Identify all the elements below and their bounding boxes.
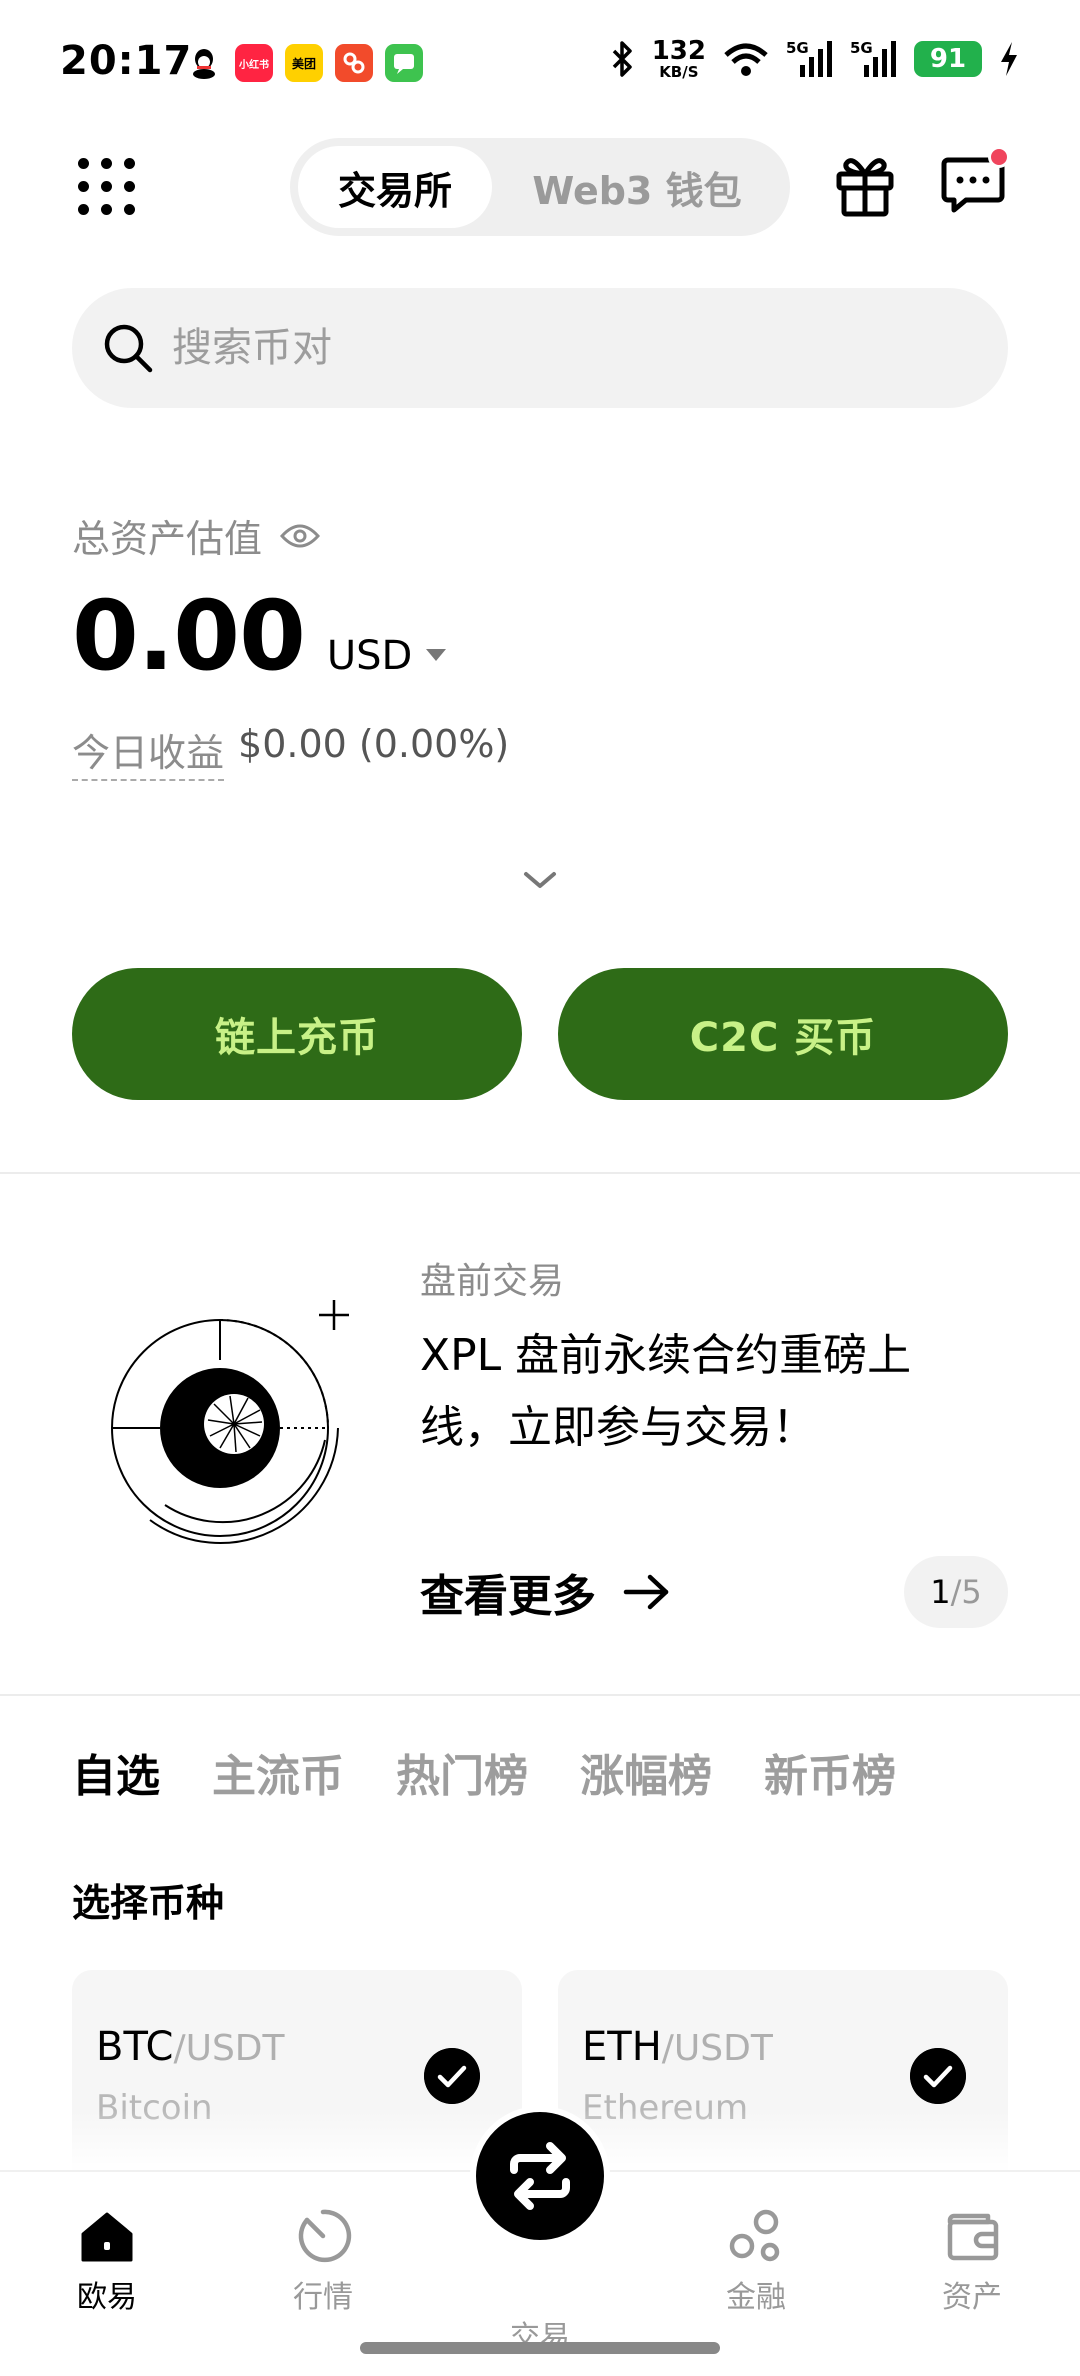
nav-label: 欧易 [77, 2280, 137, 2315]
banner-illustration [111, 1300, 349, 1544]
total-assets-value-row: 0.00 USD [72, 580, 447, 692]
top-header: 交易所 Web3 钱包 [0, 130, 1080, 260]
net-speed-value: 132 [651, 36, 706, 66]
coin-quote: /USDT [173, 2028, 285, 2069]
banner-pager: 1/5 [904, 1556, 1008, 1628]
message-icon[interactable] [940, 146, 1010, 218]
notification-dot [988, 146, 1010, 168]
battery-indicator: 91 [914, 41, 982, 77]
signal-1-icon: 5G [786, 39, 834, 79]
search-input[interactable] [172, 288, 952, 408]
today-pnl-value: $0.00 (0.00%) [238, 722, 510, 766]
arrow-right-icon [623, 1574, 669, 1610]
check-icon[interactable] [424, 2048, 480, 2104]
swap-icon [510, 2142, 570, 2210]
total-assets-value: 0.00 [72, 580, 306, 692]
check-icon[interactable] [910, 2048, 966, 2104]
meituan-icon: 美团 [285, 44, 323, 82]
c2c-buy-button[interactable]: C2C 买币 [558, 968, 1008, 1100]
divider [0, 1694, 1080, 1696]
wallet-icon [947, 2213, 999, 2261]
chevron-down-icon[interactable] [520, 868, 560, 892]
nav-label: 资产 [942, 2280, 1002, 2315]
coin-quote: /USDT [661, 2028, 773, 2069]
markets-gauge-icon [298, 2209, 352, 2263]
currency-selector[interactable]: USD [327, 633, 412, 679]
nav-label: 行情 [293, 2280, 353, 2315]
home-indicator[interactable] [360, 2342, 720, 2354]
banner-tag: 盘前交易 [420, 1261, 565, 1302]
tab-mainstream[interactable]: 主流币 [212, 1740, 344, 1804]
banner-title: XPL 盘前永续合约重磅上线，立即参与交易！ [420, 1330, 912, 1453]
select-coins-title: 选择币种 [72, 1881, 225, 1925]
nav-label: 金融 [726, 2280, 786, 2315]
status-bar: 20:17 小红书 美团 132 KB/S 5G 5G 91 [0, 0, 1080, 130]
pinduoduo-icon [335, 44, 373, 82]
coin-base: ETH [582, 2024, 662, 2070]
eye-icon[interactable] [280, 522, 321, 550]
xiaohongshu-icon-text: 小红书 [239, 59, 269, 71]
onchain-deposit-button[interactable]: 链上充币 [72, 968, 522, 1100]
coin-base: BTC [96, 2024, 174, 2070]
tab-exchange[interactable]: 交易所 [298, 146, 492, 228]
meituan-icon-text: 美团 [291, 56, 316, 71]
search-icon [104, 324, 153, 373]
tab-gainers[interactable]: 涨幅榜 [580, 1740, 712, 1804]
trade-swap-button[interactable] [470, 2106, 610, 2246]
bluetooth-icon [612, 41, 632, 77]
app-menu-grid-icon[interactable] [78, 158, 136, 216]
qq-icon [185, 44, 223, 82]
nav-assets[interactable]: 资产 [892, 2206, 1052, 2316]
pager-total: /5 [950, 1573, 982, 1611]
status-time: 20:17 [60, 38, 193, 84]
nav-finance[interactable]: 金融 [676, 2206, 836, 2316]
total-assets-label-row: 总资产估值 [72, 508, 321, 563]
charging-icon [1001, 42, 1017, 76]
finance-icon [729, 2209, 780, 2262]
xiaohongshu-icon: 小红书 [235, 44, 273, 82]
market-tabs: 自选 主流币 热门榜 涨幅榜 新币榜 [72, 1740, 896, 1804]
coin-pair: ETH/USDT [582, 2024, 773, 2070]
mode-switcher: 交易所 Web3 钱包 [290, 138, 790, 236]
view-more-link[interactable]: 查看更多 [420, 1560, 672, 1624]
caret-down-icon[interactable] [426, 649, 447, 661]
wifi-icon [724, 43, 768, 76]
divider [0, 1172, 1080, 1174]
view-more-label: 查看更多 [420, 1571, 596, 1622]
tab-web3-wallet[interactable]: Web3 钱包 [502, 146, 772, 228]
today-pnl-row: 今日收益 $0.00 (0.00%) [72, 722, 509, 781]
notification-icons: 小红书 美团 [185, 44, 423, 82]
today-pnl-label[interactable]: 今日收益 [72, 722, 225, 781]
tab-favorites[interactable]: 自选 [72, 1740, 160, 1804]
nav-markets[interactable]: 行情 [243, 2206, 403, 2316]
gift-icon[interactable] [834, 152, 896, 218]
total-assets-label: 总资产估值 [72, 517, 263, 561]
search-bar[interactable] [72, 288, 1008, 408]
net-speed-unit: KB/S [659, 63, 699, 81]
home-icon [81, 2212, 133, 2262]
messages-icon [385, 44, 423, 82]
coin-pair: BTC/USDT [96, 2024, 285, 2070]
tab-hot[interactable]: 热门榜 [396, 1740, 528, 1804]
status-indicators: 132 KB/S 5G 5G 91 [610, 38, 1020, 80]
net-speed: 132 KB/S [652, 38, 706, 80]
pager-current: 1 [930, 1573, 951, 1611]
signal-2-icon: 5G [850, 39, 898, 79]
tab-new-listings[interactable]: 新币榜 [764, 1740, 896, 1804]
nav-home[interactable]: 欧易 [27, 2206, 187, 2316]
